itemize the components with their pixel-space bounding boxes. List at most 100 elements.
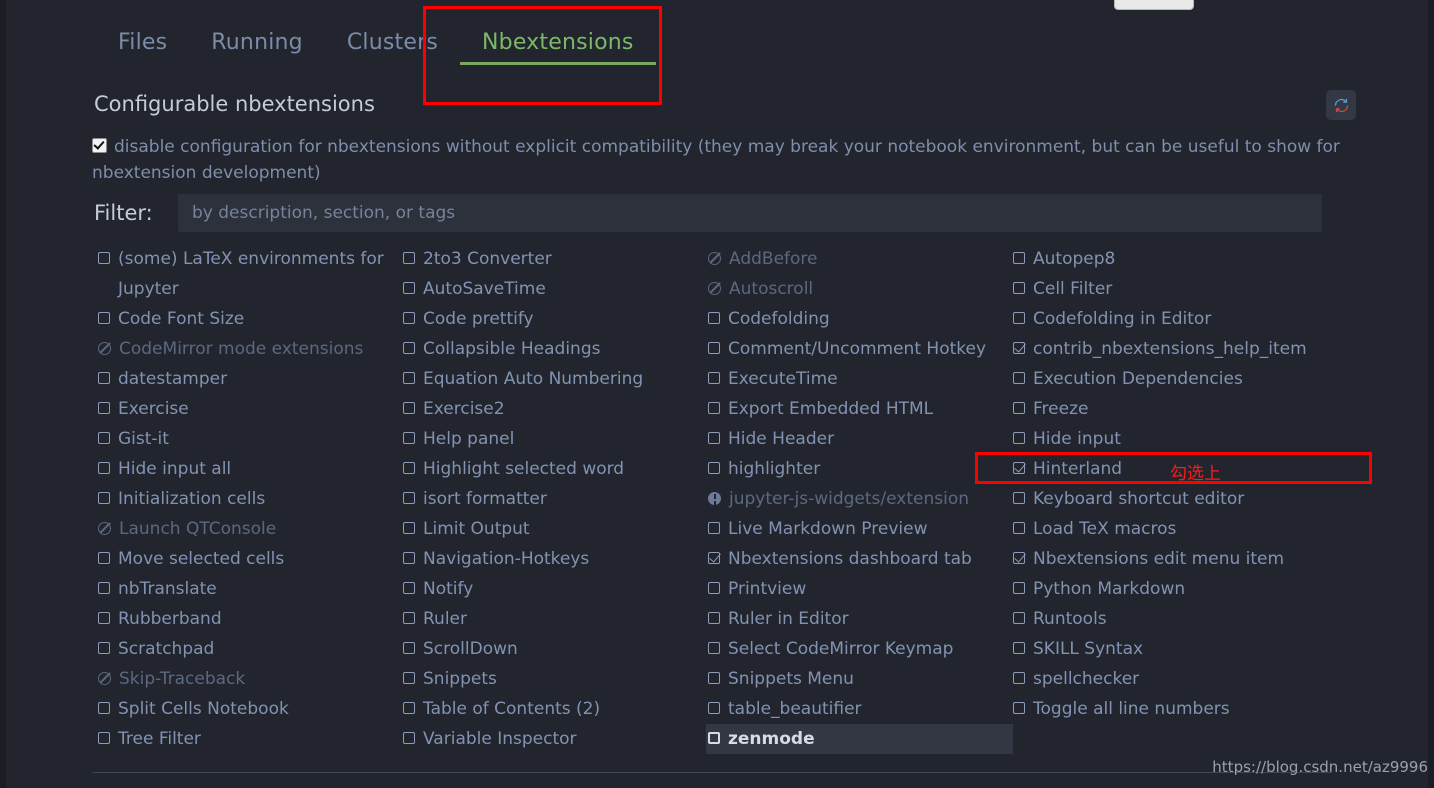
- extension-item[interactable]: Hide input: [1011, 424, 1411, 454]
- checkbox-unchecked-icon[interactable]: [403, 552, 415, 564]
- checkbox-unchecked-icon[interactable]: [1013, 492, 1025, 504]
- extension-item[interactable]: Codefolding in Editor: [1011, 304, 1411, 334]
- extension-item[interactable]: Python Markdown: [1011, 574, 1411, 604]
- checkbox-unchecked-icon[interactable]: [403, 582, 415, 594]
- disable-config-row[interactable]: disable configuration for nbextensions w…: [92, 134, 1342, 186]
- extension-item[interactable]: Equation Auto Numbering: [401, 364, 706, 394]
- extension-item[interactable]: Snippets Menu: [706, 664, 1011, 694]
- checkbox-unchecked-icon[interactable]: [403, 672, 415, 684]
- checkbox-unchecked-icon[interactable]: [403, 462, 415, 474]
- tab-running[interactable]: Running: [189, 30, 325, 65]
- extension-item[interactable]: Move selected cells: [96, 544, 401, 574]
- tab-nbextensions[interactable]: Nbextensions: [460, 30, 656, 65]
- checkbox-unchecked-icon[interactable]: [98, 402, 110, 414]
- checkbox-unchecked-icon[interactable]: [708, 672, 720, 684]
- extension-item[interactable]: Exercise: [96, 394, 401, 424]
- extension-item[interactable]: Launch QTConsole: [96, 514, 401, 544]
- no-entry-icon[interactable]: [708, 252, 721, 265]
- checkbox-unchecked-icon[interactable]: [708, 462, 720, 474]
- extension-item[interactable]: Hide Header: [706, 424, 1011, 454]
- extension-item[interactable]: Split Cells Notebook: [96, 694, 401, 724]
- extension-item[interactable]: Snippets: [401, 664, 706, 694]
- checkbox-unchecked-icon[interactable]: [403, 432, 415, 444]
- extension-item[interactable]: Runtools: [1011, 604, 1411, 634]
- checkbox-checked-icon[interactable]: [1013, 462, 1025, 474]
- extension-item[interactable]: Nbextensions dashboard tab: [706, 544, 1011, 574]
- checkbox-unchecked-icon[interactable]: [1013, 252, 1025, 264]
- extension-item[interactable]: Ruler in Editor: [706, 604, 1011, 634]
- checkbox-unchecked-icon[interactable]: [708, 372, 720, 384]
- extension-item[interactable]: highlighter: [706, 454, 1011, 484]
- extension-item[interactable]: 2to3 Converter: [401, 244, 706, 274]
- extension-item[interactable]: Comment/Uncomment Hotkey: [706, 334, 1011, 364]
- checkbox-unchecked-icon[interactable]: [403, 522, 415, 534]
- extension-item[interactable]: Help panel: [401, 424, 706, 454]
- extension-item[interactable]: Ruler: [401, 604, 706, 634]
- extension-item[interactable]: datestamper: [96, 364, 401, 394]
- checkbox-unchecked-icon[interactable]: [403, 702, 415, 714]
- extension-item[interactable]: Gist-it: [96, 424, 401, 454]
- checkbox-unchecked-icon[interactable]: [98, 432, 110, 444]
- checkbox-unchecked-icon[interactable]: [403, 312, 415, 324]
- extension-item[interactable]: isort formatter: [401, 484, 706, 514]
- extension-item[interactable]: Hide input all: [96, 454, 401, 484]
- extension-item[interactable]: Autopep8: [1011, 244, 1411, 274]
- tab-clusters[interactable]: Clusters: [325, 30, 460, 65]
- checkbox-unchecked-icon[interactable]: [403, 612, 415, 624]
- checkbox-unchecked-icon[interactable]: [403, 252, 415, 264]
- checkbox-unchecked-icon[interactable]: [98, 612, 110, 624]
- checkbox-unchecked-icon[interactable]: [403, 282, 415, 294]
- checkbox-unchecked-icon[interactable]: [1013, 372, 1025, 384]
- extension-item[interactable]: Live Markdown Preview: [706, 514, 1011, 544]
- extension-item[interactable]: AddBefore: [706, 244, 1011, 274]
- extension-item[interactable]: Select CodeMirror Keymap: [706, 634, 1011, 664]
- extension-item[interactable]: CodeMirror mode extensions: [96, 334, 401, 364]
- checkbox-unchecked-icon[interactable]: [98, 642, 110, 654]
- info-icon[interactable]: [708, 492, 721, 505]
- checkbox-checked-icon[interactable]: [1013, 342, 1025, 354]
- checkbox-unchecked-icon[interactable]: [98, 372, 110, 384]
- extension-item[interactable]: spellchecker: [1011, 664, 1411, 694]
- filter-input[interactable]: [178, 194, 1322, 232]
- extension-item[interactable]: zenmode: [706, 724, 1013, 754]
- checkbox-unchecked-icon[interactable]: [403, 372, 415, 384]
- checkbox-unchecked-icon[interactable]: [98, 252, 110, 264]
- disable-config-checkbox[interactable]: [92, 138, 107, 153]
- checkbox-unchecked-icon[interactable]: [708, 642, 720, 654]
- checkbox-unchecked-icon[interactable]: [1013, 402, 1025, 414]
- extension-item[interactable]: Scratchpad: [96, 634, 401, 664]
- top-partial-button[interactable]: [1114, 0, 1194, 10]
- extension-item[interactable]: ScrollDown: [401, 634, 706, 664]
- extension-item[interactable]: Table of Contents (2): [401, 694, 706, 724]
- extension-item[interactable]: Notify: [401, 574, 706, 604]
- extension-item[interactable]: Exercise2: [401, 394, 706, 424]
- checkbox-unchecked-icon[interactable]: [708, 402, 720, 414]
- checkbox-unchecked-icon[interactable]: [403, 732, 415, 744]
- checkbox-unchecked-icon[interactable]: [1013, 522, 1025, 534]
- checkbox-unchecked-icon[interactable]: [708, 702, 720, 714]
- checkbox-unchecked-icon[interactable]: [98, 492, 110, 504]
- extension-item[interactable]: Nbextensions edit menu item: [1011, 544, 1411, 574]
- checkbox-unchecked-icon[interactable]: [403, 642, 415, 654]
- extension-item[interactable]: Load TeX macros: [1011, 514, 1411, 544]
- extension-item[interactable]: (some) LaTeX environments for Jupyter: [96, 244, 401, 304]
- checkbox-unchecked-icon[interactable]: [98, 732, 110, 744]
- extension-item[interactable]: AutoSaveTime: [401, 274, 706, 304]
- checkbox-checked-icon[interactable]: [708, 552, 720, 564]
- extension-item[interactable]: contrib_nbextensions_help_item: [1011, 334, 1411, 364]
- checkbox-checked-icon[interactable]: [1013, 552, 1025, 564]
- extension-item[interactable]: Variable Inspector: [401, 724, 706, 754]
- extension-item[interactable]: Toggle all line numbers: [1011, 694, 1411, 724]
- extension-item[interactable]: Highlight selected word: [401, 454, 706, 484]
- extension-item[interactable]: table_beautifier: [706, 694, 1011, 724]
- checkbox-unchecked-icon[interactable]: [708, 342, 720, 354]
- extension-item[interactable]: SKILL Syntax: [1011, 634, 1411, 664]
- checkbox-unchecked-icon[interactable]: [1013, 702, 1025, 714]
- checkbox-unchecked-icon[interactable]: [1013, 672, 1025, 684]
- checkbox-unchecked-icon[interactable]: [708, 732, 720, 744]
- checkbox-unchecked-icon[interactable]: [98, 462, 110, 474]
- checkbox-unchecked-icon[interactable]: [1013, 612, 1025, 624]
- checkbox-unchecked-icon[interactable]: [403, 342, 415, 354]
- no-entry-icon[interactable]: [708, 282, 721, 295]
- extension-item[interactable]: Execution Dependencies: [1011, 364, 1411, 394]
